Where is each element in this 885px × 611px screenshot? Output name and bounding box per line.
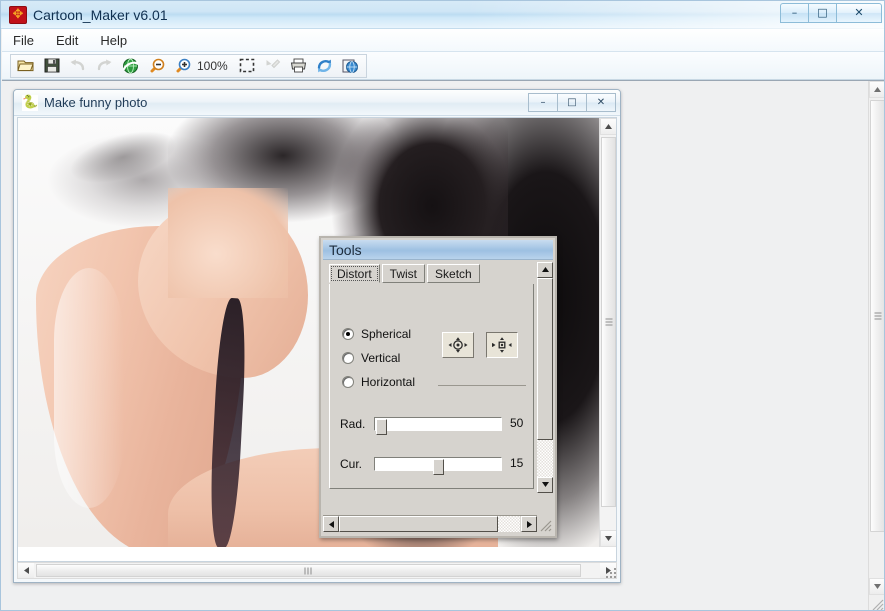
- menu-bar: File Edit Help: [2, 29, 884, 52]
- tab-twist[interactable]: Twist: [381, 264, 426, 283]
- tab-page-distort: Spherical Vertical Horizontal Rad. 50 Cu…: [329, 284, 534, 489]
- tools-scroll-left-arrow-icon[interactable]: [323, 516, 339, 532]
- toolbar: 100%: [2, 52, 884, 80]
- tools-vscroll-thumb[interactable]: [537, 278, 553, 440]
- child-maximize-button[interactable]: □: [557, 93, 587, 112]
- tools-tabstrip: Distort Twist Sketch: [329, 264, 534, 284]
- slider-curve[interactable]: Cur. 15: [340, 454, 530, 475]
- zoom-in-icon[interactable]: [170, 56, 194, 76]
- print-icon[interactable]: [287, 56, 311, 76]
- distort-mode-panel: [438, 324, 526, 386]
- client-scroll-down-arrow-icon[interactable]: [869, 578, 884, 595]
- slider-radius-label: Rad.: [340, 417, 366, 431]
- client-scroll-thumb-grip-icon: [874, 312, 881, 320]
- eyedropper-icon[interactable]: [261, 56, 285, 76]
- tools-scroll-right-arrow-icon[interactable]: [521, 516, 537, 532]
- expand-outward-icon[interactable]: [442, 332, 474, 358]
- redo-icon[interactable]: [92, 56, 116, 76]
- menu-help[interactable]: Help: [89, 29, 138, 52]
- tools-vscroll-track[interactable]: [537, 278, 553, 477]
- mdi-client-area: 🐍 Make funny photo – □ ✕ Tools Distort T…: [2, 80, 884, 610]
- radio-horizontal-label: Horizontal: [361, 375, 416, 389]
- zoom-out-icon[interactable]: [144, 56, 168, 76]
- tools-dialog: Tools Distort Twist Sketch Spherical Ver…: [319, 236, 557, 538]
- slider-radius-track[interactable]: [374, 417, 502, 435]
- dragon-icon: 🐍: [22, 95, 39, 111]
- close-button[interactable]: ✕: [836, 3, 882, 23]
- client-scroll-up-arrow-icon[interactable]: [869, 81, 884, 98]
- client-vscroll-thumb[interactable]: [870, 100, 884, 532]
- pinch-inward-icon[interactable]: [486, 332, 518, 358]
- tools-scroll-down-arrow-icon[interactable]: [537, 477, 553, 493]
- tools-resize-grip-icon[interactable]: [538, 518, 552, 532]
- slider-curve-thumb[interactable]: [433, 459, 444, 475]
- tools-vertical-scrollbar[interactable]: [537, 262, 553, 493]
- slider-curve-value: 15: [510, 456, 524, 470]
- child-vertical-scrollbar[interactable]: [599, 118, 616, 547]
- undo-icon[interactable]: [66, 56, 90, 76]
- child-hscroll-thumb[interactable]: [36, 564, 581, 577]
- open-file-icon[interactable]: [14, 56, 38, 76]
- app-logo-icon: ✥: [9, 6, 27, 24]
- slider-radius-value: 50: [510, 416, 524, 430]
- child-window-controls: – □ ✕: [528, 93, 616, 112]
- child-vscroll-thumb[interactable]: [601, 137, 616, 507]
- window-resize-grip-icon[interactable]: [870, 597, 884, 610]
- menu-edit[interactable]: Edit: [45, 29, 89, 52]
- child-horizontal-scrollbar[interactable]: [17, 562, 617, 579]
- mdi-background: 🐍 Make funny photo – □ ✕ Tools Distort T…: [2, 81, 868, 610]
- app-logo-glyph: ✥: [12, 7, 24, 22]
- zoom-level-label: 100%: [197, 59, 228, 73]
- radio-vertical-icon: [342, 352, 354, 364]
- tools-hscroll-thumb[interactable]: [339, 516, 498, 532]
- page-title: Cartoon_Maker v6.01: [33, 7, 168, 23]
- toolbar-strip: 100%: [10, 54, 367, 78]
- child-resize-grip-icon[interactable]: [604, 566, 618, 580]
- tools-horizontal-scrollbar[interactable]: [323, 515, 537, 532]
- tools-dialog-title: Tools: [329, 242, 362, 258]
- radio-horizontal-icon: [342, 376, 354, 388]
- application-window: ✥ Cartoon_Maker v6.01 – □ ✕ File Edit He…: [0, 0, 885, 611]
- radio-spherical-icon: [342, 328, 354, 340]
- child-close-button[interactable]: ✕: [586, 93, 616, 112]
- child-title-bar: 🐍 Make funny photo – □ ✕: [14, 90, 620, 116]
- maximize-button[interactable]: □: [808, 3, 837, 23]
- tools-dialog-title-bar[interactable]: Tools: [323, 240, 553, 260]
- scroll-down-arrow-icon[interactable]: [600, 530, 616, 547]
- client-vertical-scrollbar[interactable]: [868, 81, 884, 610]
- scroll-up-arrow-icon[interactable]: [600, 118, 616, 135]
- scroll-left-arrow-icon[interactable]: [18, 563, 34, 578]
- title-bar: ✥ Cartoon_Maker v6.01 – □ ✕: [1, 1, 884, 29]
- slider-radius-thumb[interactable]: [376, 419, 387, 435]
- radio-vertical-label: Vertical: [361, 351, 401, 365]
- child-window: 🐍 Make funny photo – □ ✕ Tools Distort T…: [13, 89, 621, 583]
- minimize-button[interactable]: –: [780, 3, 809, 23]
- window-controls: – □ ✕: [780, 3, 882, 25]
- child-minimize-button[interactable]: –: [528, 93, 558, 112]
- export-icon[interactable]: [339, 56, 363, 76]
- tab-sketch[interactable]: Sketch: [427, 264, 480, 283]
- recycle-icon[interactable]: [313, 56, 337, 76]
- refresh-globe-icon[interactable]: [118, 56, 142, 76]
- scroll-thumb-grip-icon: [605, 318, 612, 326]
- slider-curve-label: Cur.: [340, 457, 363, 471]
- radio-spherical-label: Spherical: [361, 327, 412, 341]
- tools-hscroll-track[interactable]: [498, 516, 520, 532]
- tools-dialog-body: Distort Twist Sketch Spherical Vertical …: [323, 260, 553, 514]
- slider-curve-track[interactable]: [374, 457, 502, 475]
- select-region-icon[interactable]: [235, 56, 259, 76]
- slider-radius[interactable]: Rad. 50: [340, 414, 530, 435]
- save-file-icon[interactable]: [40, 56, 64, 76]
- tools-scroll-up-arrow-icon[interactable]: [537, 262, 553, 278]
- menu-file[interactable]: File: [2, 29, 45, 52]
- scroll-thumb-grip-h-icon: [304, 567, 313, 574]
- child-window-title: Make funny photo: [44, 95, 148, 110]
- tab-distort[interactable]: Distort: [329, 264, 380, 283]
